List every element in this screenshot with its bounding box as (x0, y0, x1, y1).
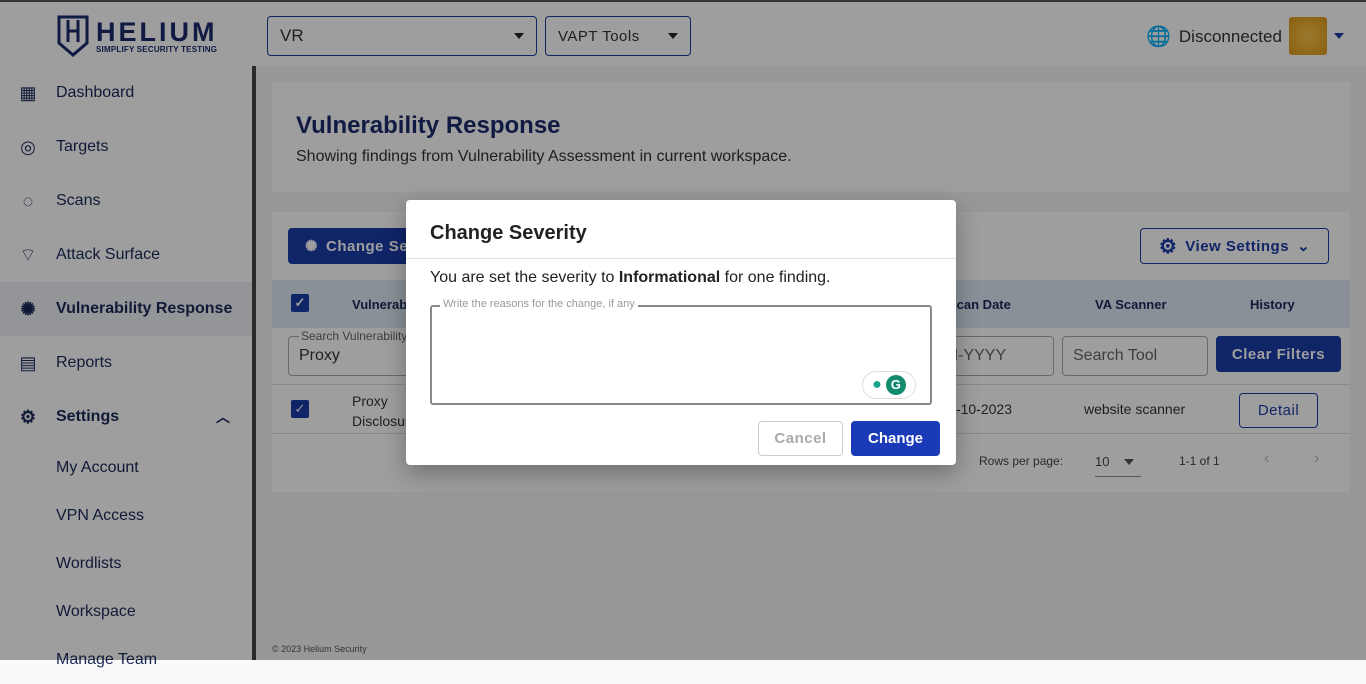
cancel-button[interactable]: Cancel (758, 421, 843, 456)
grammarly-icon: G (885, 375, 906, 395)
change-severity-dialog: Change Severity You are set the severity… (406, 200, 956, 465)
lightbulb-icon: ● (872, 376, 882, 393)
severity-value: Informational (618, 269, 721, 286)
change-button[interactable]: Change (851, 421, 940, 456)
grammarly-widget[interactable]: ● G (862, 371, 916, 399)
reason-textarea[interactable]: Write the reasons for the change, if any… (430, 298, 932, 405)
msg-pre: You are set the severity to (430, 269, 619, 286)
msg-post: for one finding. (720, 269, 831, 286)
textarea-label: Write the reasons for the change, if any (440, 298, 638, 310)
dialog-message: You are set the severity to Informationa… (430, 269, 831, 287)
divider (406, 258, 956, 259)
dialog-title: Change Severity (430, 222, 587, 244)
